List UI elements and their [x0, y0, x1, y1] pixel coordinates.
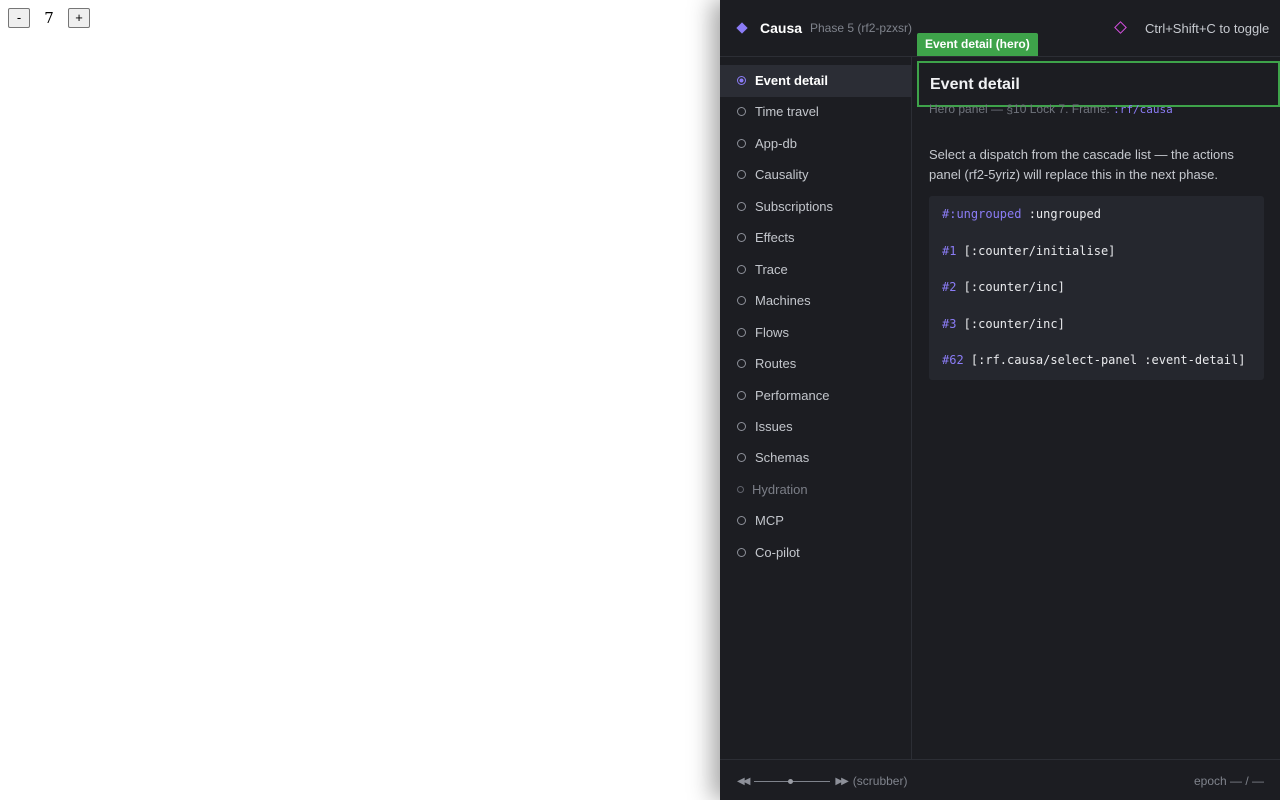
sidebar-item-schemas[interactable]: Schemas [720, 442, 911, 474]
sidebar-item-label: Co-pilot [755, 544, 800, 560]
sidebar-item-mcp[interactable]: MCP [720, 505, 911, 537]
radio-dot-icon [737, 485, 744, 493]
sidebar-item-hydration[interactable]: Hydration [720, 474, 911, 506]
radio-dot-icon [737, 359, 746, 369]
counter-value: 7 [44, 9, 54, 27]
rewind-icon[interactable]: ◀◀ [737, 776, 750, 787]
sidebar-item-routes[interactable]: Routes [720, 348, 911, 380]
radio-dot-icon [737, 390, 746, 400]
dispatch-id: #62 [942, 353, 964, 367]
epoch-readout: epoch — / — [1193, 774, 1264, 788]
sidebar-item-label: App-db [755, 135, 797, 151]
sidebar-item-label: Trace [755, 261, 788, 277]
dispatch-event: [:counter/inc] [956, 280, 1065, 294]
sidebar-item-subscriptions[interactable]: Subscriptions [720, 191, 911, 223]
sidebar-item-effects[interactable]: Effects [720, 222, 911, 254]
sidebar-item-causality[interactable]: Causality [720, 159, 911, 191]
sidebar-item-co-pilot[interactable]: Co-pilot [720, 537, 911, 569]
sidebar-item-machines[interactable]: Machines [720, 285, 911, 317]
sidebar-item-time-travel[interactable]: Time travel [720, 96, 911, 128]
radio-dot-icon [737, 453, 746, 463]
scrubber-track[interactable] [754, 778, 831, 784]
cascade-entry[interactable]: #2 [:counter/inc] [942, 280, 1065, 294]
cascade-entry[interactable]: #:ungrouped :ungrouped [942, 207, 1101, 221]
radio-dot-icon [737, 233, 746, 243]
cascade-entry[interactable]: #1 [:counter/initialise] [942, 244, 1115, 258]
sidebar-item-label: Performance [755, 387, 830, 403]
panel-sidebar: Event detail Time travel App-db Causality Su… [720, 57, 912, 759]
frame-link[interactable]: :rf/causa [1113, 104, 1173, 116]
radio-dot-icon [737, 327, 746, 337]
sidebar-item-label: Machines [755, 293, 811, 309]
causa-devtools-panel: Causa Phase 5 (rf2-pzxsr) Ctrl+Shift+C t… [720, 0, 1280, 800]
sidebar-item-label: MCP [755, 513, 784, 529]
diamond-outline-icon[interactable] [1114, 21, 1127, 34]
cascade-list: #:ungrouped :ungrouped #1 [:counter/initi… [929, 196, 1264, 380]
dispatch-event: [:counter/initialise] [956, 243, 1116, 258]
fast-forward-icon[interactable]: ▶▶ [835, 776, 848, 787]
hero-highlight: Event detail [917, 61, 1280, 107]
radio-dot-icon [737, 138, 746, 148]
sidebar-item-event-detail[interactable]: Event detail [720, 65, 911, 97]
epoch-scrubber[interactable]: ◀◀ ▶▶ (scrubber) [737, 774, 907, 788]
sidebar-item-label: Event detail [755, 73, 828, 88]
sidebar-item-performance[interactable]: Performance [720, 380, 911, 412]
dispatch-id: #3 [942, 316, 957, 331]
radio-dot-icon [737, 201, 746, 211]
sidebar-item-label: Schemas [755, 450, 810, 466]
radio-dot-icon [737, 516, 746, 526]
host-counter: - 7 + [8, 8, 90, 28]
sidebar-item-flows[interactable]: Flows [720, 317, 911, 349]
sidebar-item-label: Effects [755, 230, 795, 246]
sidebar-item-issues[interactable]: Issues [720, 411, 911, 443]
sidebar-item-label: Causality [755, 167, 809, 183]
sidebar-item-label: Time travel [755, 104, 819, 120]
app-name: Causa [760, 20, 803, 36]
main-content: Event detail (hero) Event detail Hero pa… [912, 33, 1280, 759]
phase-label: Phase 5 (rf2-pzxsr) [810, 21, 913, 35]
scrubber-knob[interactable] [788, 778, 794, 784]
radio-dot-icon [737, 421, 746, 431]
sidebar-item-label: Subscriptions [755, 198, 834, 214]
radio-dot-icon [737, 296, 746, 306]
radio-dot-icon [737, 547, 746, 557]
dispatch-event: :ungrouped [1021, 207, 1101, 221]
diamond-logo-icon [736, 22, 748, 34]
dispatch-id: #:ungrouped [942, 207, 1022, 221]
sidebar-item-app-db[interactable]: App-db [720, 128, 911, 160]
subline-text: Hero panel — §10 Lock 7. Frame: [929, 104, 1114, 116]
hero-tag: Event detail (hero) [917, 33, 1038, 56]
scrubber-caption: (scrubber) [852, 774, 908, 788]
sidebar-item-label: Routes [755, 356, 797, 372]
decrement-button[interactable]: - [8, 8, 30, 28]
dispatch-event: [:rf.causa/select-panel :event-detail] [963, 353, 1246, 367]
cascade-entry[interactable]: #62 [:rf.causa/select-panel :event-detai… [942, 353, 1245, 367]
sidebar-item-trace[interactable]: Trace [720, 254, 911, 286]
panel-footer: ◀◀ ▶▶ (scrubber) epoch — / — [720, 759, 1280, 800]
page-title: Event detail [930, 76, 1020, 93]
toggle-shortcut-hint: Ctrl+Shift+C to toggle [1145, 21, 1270, 36]
sidebar-item-label: Flows [755, 324, 789, 340]
hero-subline: Hero panel — §10 Lock 7. Frame: :rf/caus… [929, 104, 1173, 117]
radio-dot-icon [737, 170, 746, 180]
dispatch-id: #2 [942, 280, 957, 294]
sidebar-item-label: Issues [755, 418, 793, 434]
radio-dot-icon [737, 264, 746, 274]
radio-dot-icon [737, 76, 746, 85]
radio-dot-icon [737, 107, 746, 117]
sidebar-item-label: Hydration [752, 481, 808, 497]
cascade-entry[interactable]: #3 [:counter/inc] [942, 317, 1065, 331]
increment-button[interactable]: + [68, 8, 90, 28]
dispatch-id: #1 [942, 243, 957, 258]
dispatch-event: [:counter/inc] [956, 316, 1065, 331]
panel-description: Select a dispatch from the cascade list … [929, 147, 1234, 182]
